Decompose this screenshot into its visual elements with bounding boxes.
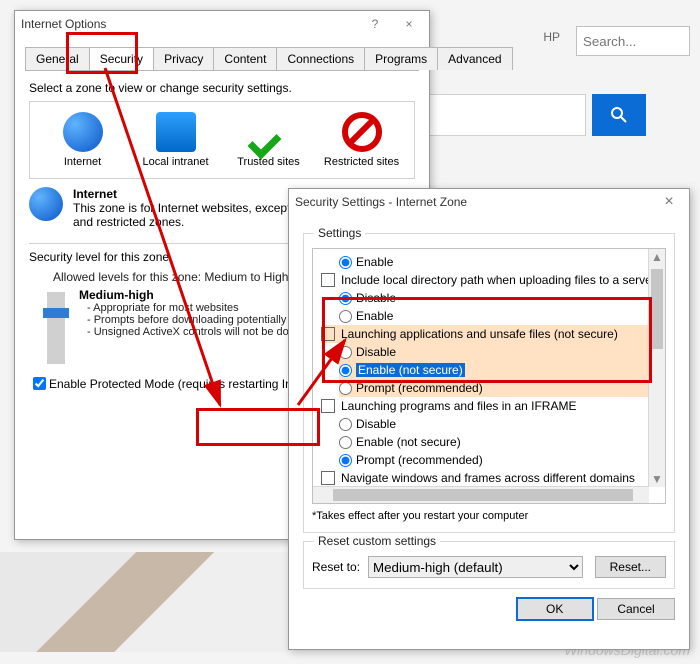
- setting-option[interactable]: Disable: [339, 415, 665, 433]
- close-button[interactable]: ×: [655, 193, 683, 211]
- reset-legend: Reset custom settings: [314, 534, 440, 548]
- radio[interactable]: [339, 436, 352, 449]
- tab-security[interactable]: Security: [89, 47, 154, 70]
- search-icon: [609, 105, 629, 125]
- tab-programs[interactable]: Programs: [364, 47, 438, 70]
- tree-icon: [321, 399, 335, 413]
- zone-trusted-sites[interactable]: Trusted sites: [229, 112, 309, 168]
- settings-legend: Settings: [314, 226, 365, 240]
- scroll-down[interactable]: ▼: [649, 471, 665, 487]
- dialog-title: Internet Options: [21, 17, 361, 31]
- zone-selector: Internet Local intranet Trusted sites Re…: [29, 101, 415, 179]
- browser-search-input[interactable]: [576, 26, 690, 56]
- security-settings-dialog: Security Settings - Internet Zone × Sett…: [288, 188, 690, 650]
- setting-option[interactable]: Prompt (recommended): [339, 451, 665, 469]
- setting-group: Navigate windows and frames across diffe…: [321, 469, 665, 487]
- setting-group: Include local directory path when upload…: [321, 271, 665, 289]
- tab-advanced[interactable]: Advanced: [437, 47, 512, 70]
- scroll-thumb[interactable]: [651, 269, 663, 349]
- setting-group: Launching programs and files in an IFRAM…: [321, 397, 665, 415]
- setting-option[interactable]: Enable (not secure): [339, 361, 665, 379]
- security-slider[interactable]: [47, 292, 65, 364]
- tab-content[interactable]: Content: [213, 47, 277, 70]
- setting-option[interactable]: Enable: [339, 307, 665, 325]
- zone-prompt: Select a zone to view or change security…: [29, 81, 415, 95]
- zone-restricted-sites[interactable]: Restricted sites: [322, 112, 402, 168]
- tab-general[interactable]: General: [25, 47, 90, 70]
- reset-button[interactable]: Reset...: [595, 556, 666, 578]
- scroll-up[interactable]: ▲: [649, 249, 665, 265]
- radio[interactable]: [339, 382, 352, 395]
- setting-option[interactable]: Enable: [339, 253, 665, 271]
- globe-icon: [29, 187, 63, 221]
- tree-icon: [321, 471, 335, 485]
- addr-hp: HP: [543, 30, 560, 44]
- tab-privacy[interactable]: Privacy: [153, 47, 214, 70]
- radio[interactable]: [339, 256, 352, 269]
- tree-icon: [321, 273, 335, 287]
- restart-note: *Takes effect after you restart your com…: [312, 510, 666, 522]
- radio[interactable]: [339, 346, 352, 359]
- cancel-button[interactable]: Cancel: [597, 598, 675, 620]
- radio[interactable]: [339, 454, 352, 467]
- setting-option[interactable]: Disable: [339, 343, 665, 361]
- setting-option[interactable]: Prompt (recommended): [339, 379, 665, 397]
- setting-group: Launching applications and unsafe files …: [321, 325, 665, 343]
- radio[interactable]: [339, 418, 352, 431]
- level-name: Medium-high: [79, 288, 154, 302]
- close-button[interactable]: ×: [395, 17, 423, 31]
- tab-connections[interactable]: Connections: [276, 47, 365, 70]
- radio[interactable]: [339, 310, 352, 323]
- zone-local-intranet[interactable]: Local intranet: [136, 112, 216, 168]
- reset-to-select[interactable]: Medium-high (default): [368, 556, 583, 578]
- setting-option[interactable]: Enable (not secure): [339, 433, 665, 451]
- bg-photo: [0, 552, 290, 652]
- dialog-title: Security Settings - Internet Zone: [295, 195, 655, 209]
- settings-list[interactable]: EnableInclude local directory path when …: [312, 248, 666, 504]
- protected-mode-checkbox[interactable]: [33, 377, 46, 390]
- hscroll-thumb[interactable]: [333, 489, 633, 501]
- setting-option[interactable]: Disable: [339, 289, 665, 307]
- radio[interactable]: [339, 364, 352, 377]
- ok-button[interactable]: OK: [516, 597, 594, 621]
- radio[interactable]: [339, 292, 352, 305]
- zone-internet[interactable]: Internet: [43, 112, 123, 168]
- page-search-button[interactable]: [592, 94, 646, 136]
- tree-icon: [321, 327, 335, 341]
- reset-to-label: Reset to:: [312, 560, 360, 574]
- zone-name: Internet: [73, 187, 117, 201]
- help-button[interactable]: ?: [361, 17, 389, 31]
